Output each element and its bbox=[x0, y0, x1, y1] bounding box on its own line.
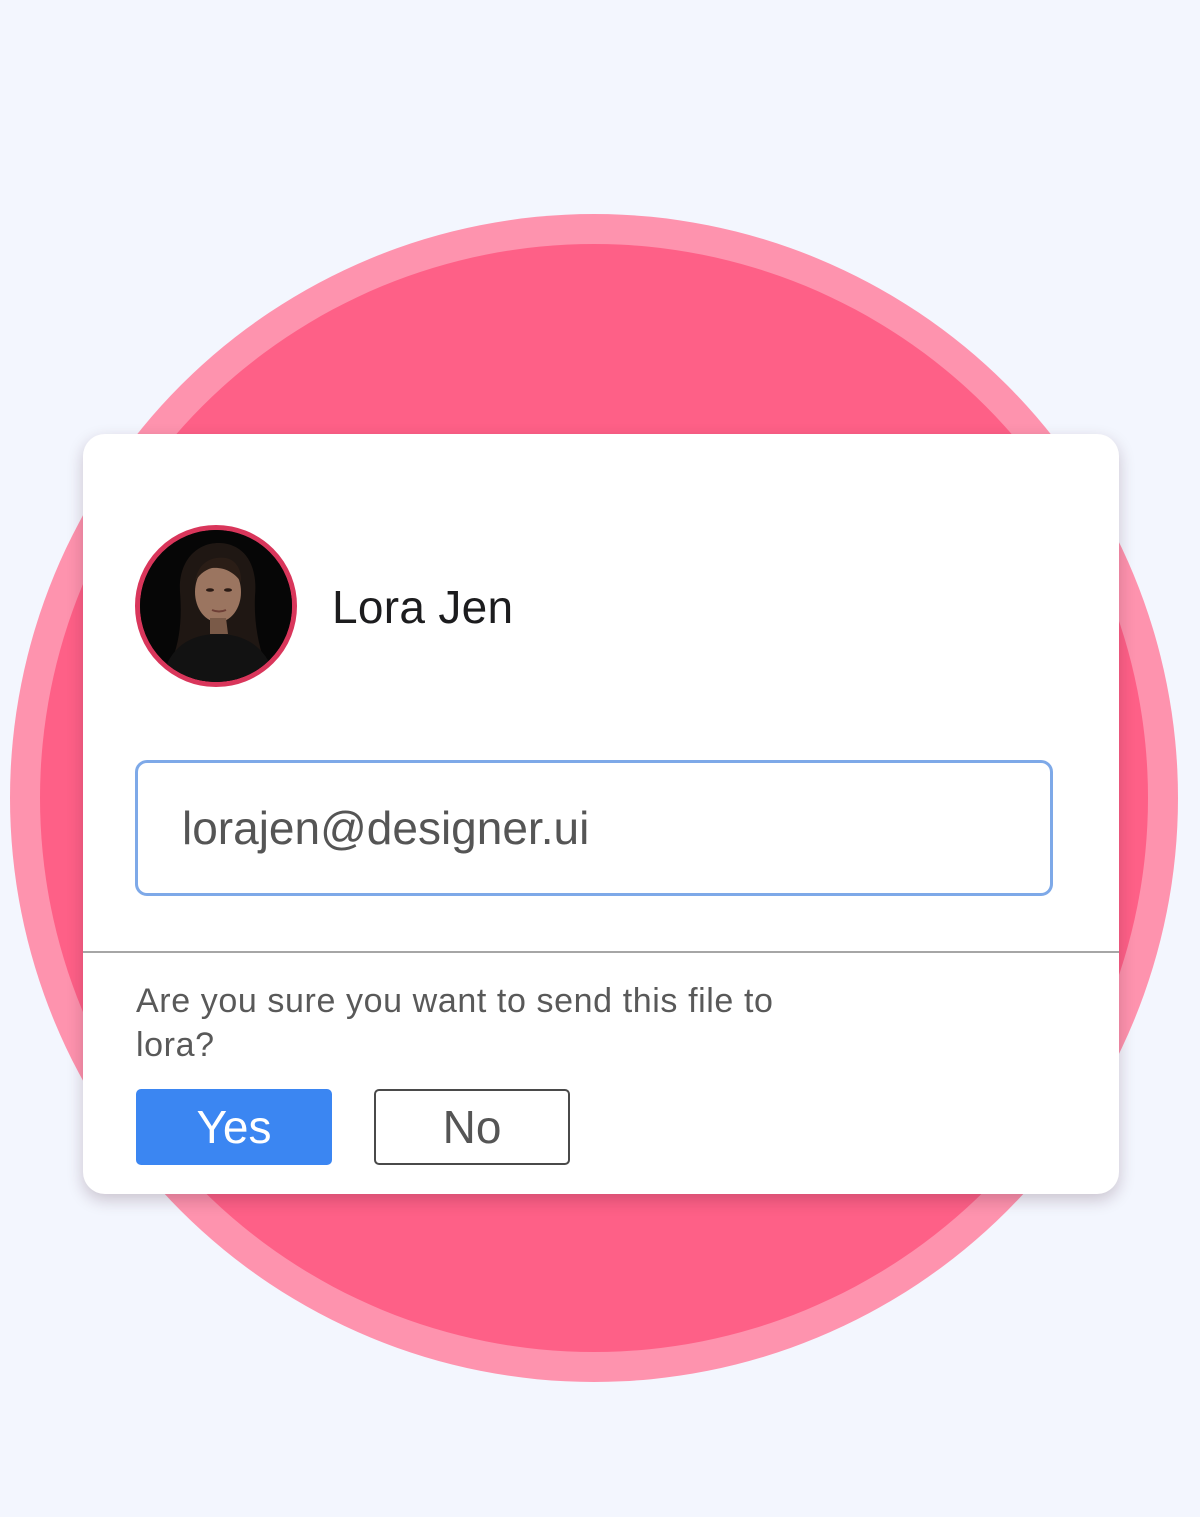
no-button[interactable]: No bbox=[374, 1089, 570, 1165]
send-file-dialog: Lora Jen Are you sure you want to send t… bbox=[83, 434, 1119, 1194]
avatar bbox=[135, 525, 297, 687]
user-name: Lora Jen bbox=[332, 581, 514, 633]
email-field[interactable] bbox=[135, 760, 1053, 896]
confirmation-message: Are you sure you want to send this file … bbox=[136, 982, 774, 1064]
yes-button[interactable]: Yes bbox=[136, 1089, 332, 1165]
avatar-photo bbox=[140, 530, 292, 682]
divider bbox=[83, 951, 1119, 953]
